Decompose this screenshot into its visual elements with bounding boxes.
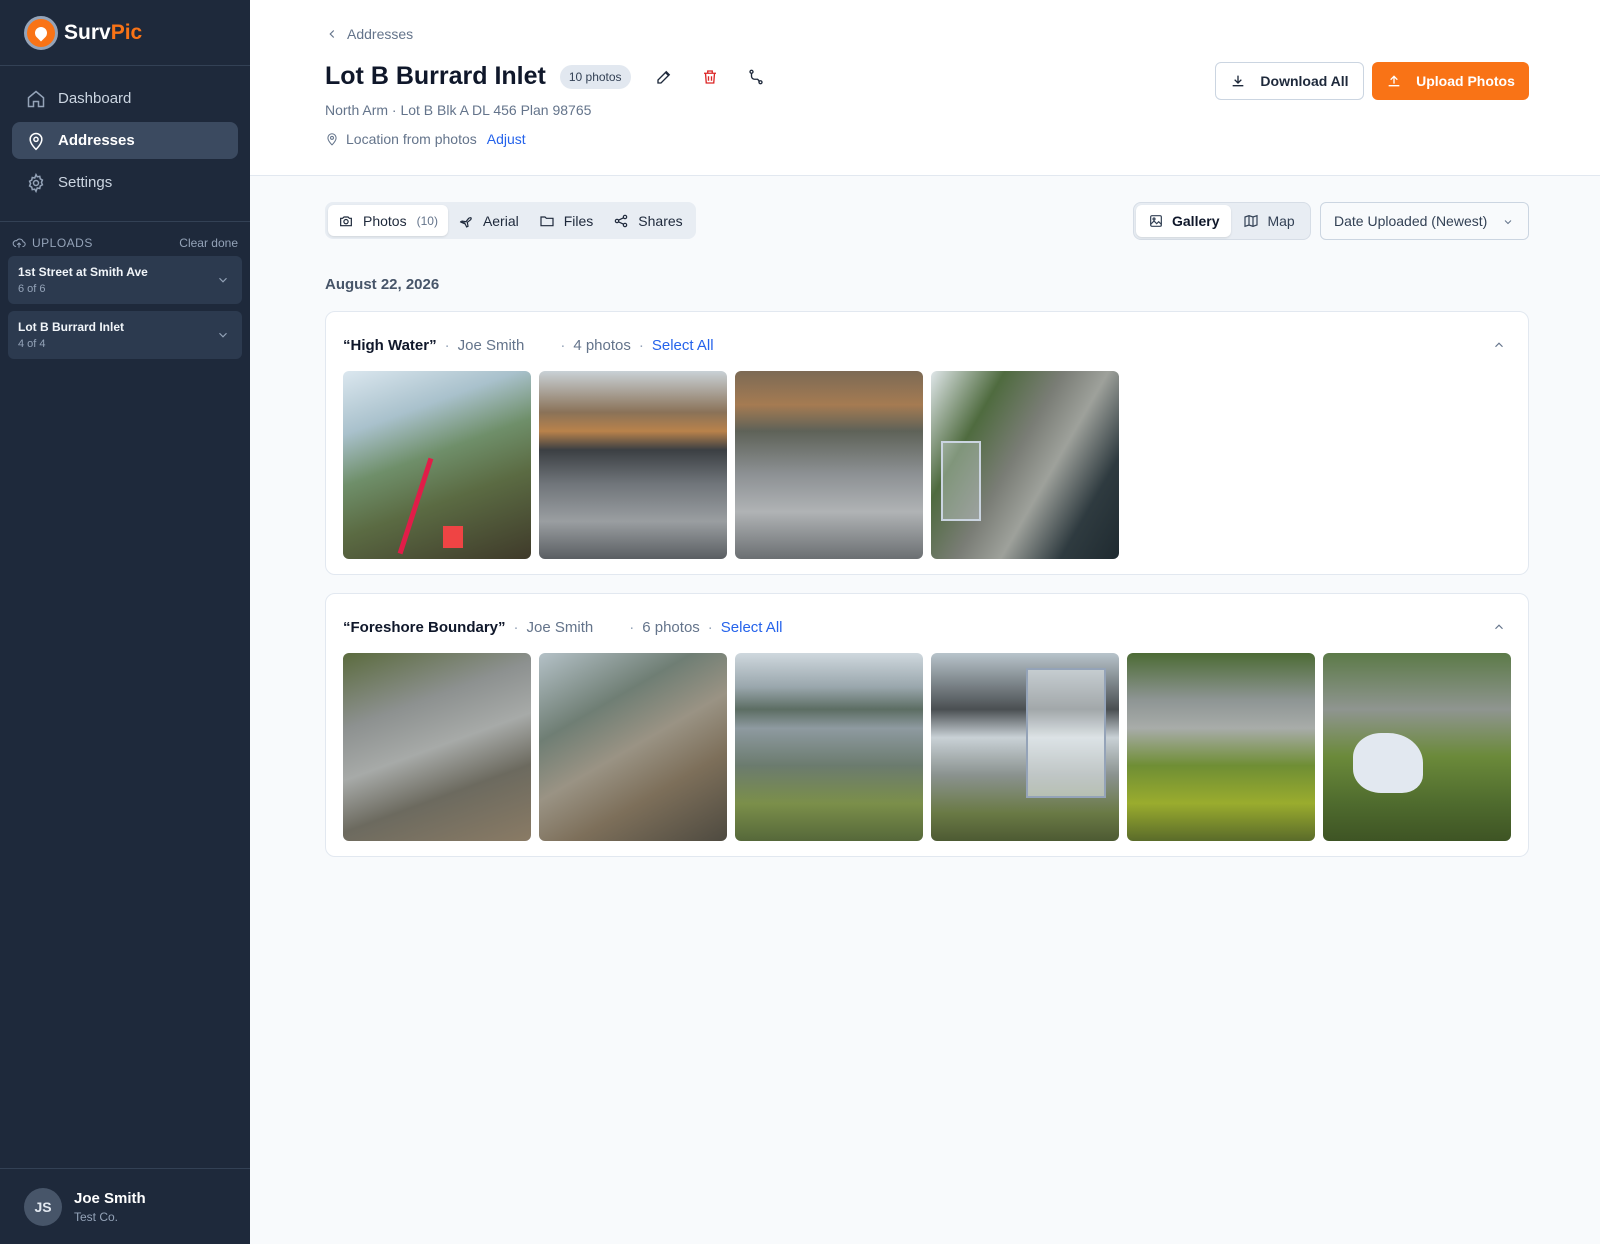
chevron-left-icon — [329, 30, 335, 38]
photo-shore-logs[interactable] — [539, 653, 727, 841]
page-header: Addresses Lot B Burrard Inlet 10 photos … — [250, 0, 1600, 176]
collapse-button[interactable] — [1492, 338, 1506, 352]
trash-icon — [703, 69, 716, 84]
photo-forest-shore[interactable] — [343, 371, 531, 559]
select-all-link[interactable]: Select All — [721, 619, 783, 636]
map-pin-icon — [29, 132, 43, 150]
plane-icon — [459, 216, 472, 228]
group-author: Joe Smith — [526, 619, 594, 636]
download-icon — [1233, 75, 1244, 87]
sidebar-nav: Dashboard Addresses Settings — [0, 66, 250, 222]
camera-icon — [340, 215, 352, 226]
home-icon — [27, 90, 45, 107]
chevron-up-icon — [1495, 624, 1503, 630]
photo-rock-stairs[interactable] — [735, 371, 923, 559]
photo-greenhouse[interactable] — [931, 653, 1119, 841]
avatar: JS — [24, 1187, 62, 1226]
sidebar: SurvPic Dashboard Addresses Settings UPL… — [0, 0, 250, 1244]
date-heading: August 22, 2026 — [325, 276, 440, 293]
uploads-header: UPLOADS Clear done — [0, 222, 250, 256]
edit-button[interactable] — [651, 64, 677, 90]
photo-deck-rocks[interactable] — [539, 371, 727, 559]
route-button[interactable] — [743, 64, 769, 90]
user-name: Joe Smith — [74, 1189, 146, 1207]
group-header: “Foreshore Boundary” · Joe Smith · 6 pho… — [343, 619, 783, 636]
route-icon — [748, 69, 763, 84]
delete-button[interactable] — [697, 64, 723, 90]
photo-lake-view[interactable] — [735, 653, 923, 841]
brand[interactable]: SurvPic — [0, 0, 250, 66]
photo-group-foreshore-boundary: “Foreshore Boundary” · Joe Smith · 6 pho… — [325, 593, 1529, 857]
image-icon — [1150, 215, 1162, 227]
folder-icon — [540, 215, 554, 226]
address-subline: North Arm · Lot B Blk A DL 456 Plan 9876… — [325, 102, 592, 118]
upload-item-name: Lot B Burrard Inlet — [18, 320, 125, 334]
upload-item-name: 1st Street at Smith Ave — [18, 265, 148, 279]
view-toggle: Gallery Map — [1133, 202, 1311, 240]
pencil-icon — [656, 70, 670, 84]
breadcrumb-addresses[interactable]: Addresses — [347, 26, 413, 42]
clear-done-button[interactable]: Clear done — [179, 236, 238, 250]
page-title: Lot B Burrard Inlet — [325, 62, 546, 90]
share-icon — [615, 214, 628, 227]
tab-files[interactable]: Files — [529, 205, 604, 236]
tab-aerial[interactable]: Aerial — [448, 205, 529, 236]
photo-group-high-water: “High Water” · Joe Smith · 4 photos · Se… — [325, 311, 1529, 575]
map-icon — [1244, 214, 1259, 228]
thumbnail-grid — [343, 653, 1519, 841]
map-pin-icon — [327, 133, 337, 146]
group-name: “Foreshore Boundary” — [343, 619, 506, 636]
sidebar-item-label: Dashboard — [58, 90, 132, 107]
tab-shares[interactable]: Shares — [603, 205, 692, 236]
group-name: “High Water” — [343, 337, 437, 354]
photo-rocky-water[interactable] — [931, 371, 1119, 559]
tab-photos[interactable]: Photos (10) — [328, 205, 448, 236]
tab-photos-count: (10) — [416, 213, 438, 228]
group-author: Joe Smith — [457, 337, 525, 354]
sort-selected-value: Date Uploaded (Newest) — [1334, 213, 1488, 229]
gear-icon — [28, 172, 44, 193]
photo-garden-rocks[interactable] — [1127, 653, 1315, 841]
upload-item-count: 6 of 6 — [18, 283, 46, 295]
chevron-down-icon — [1504, 220, 1512, 225]
sidebar-item-label: Addresses — [58, 132, 135, 149]
photo-rock-debris[interactable] — [343, 653, 531, 841]
photo-garden-bags[interactable] — [1323, 653, 1511, 841]
upload-photos-button[interactable]: Upload Photos — [1372, 62, 1529, 100]
upload-item-count: 4 of 4 — [18, 338, 46, 350]
chevron-down-icon[interactable] — [216, 328, 230, 342]
chevron-down-icon[interactable] — [216, 273, 230, 287]
adjust-link[interactable]: Adjust — [487, 131, 526, 147]
upload-icon — [1388, 75, 1400, 87]
breadcrumb[interactable]: Addresses — [325, 26, 413, 42]
location-text: Location from photos — [346, 131, 477, 147]
sidebar-item-label: Settings — [58, 174, 113, 191]
uploads-title: UPLOADS — [32, 236, 93, 250]
group-photo-count: 4 photos — [573, 337, 631, 354]
location-row: Location from photos Adjust — [325, 131, 526, 147]
sidebar-item-settings[interactable]: Settings — [12, 164, 238, 201]
user-company: Test Co. — [74, 1209, 119, 1224]
view-map-button[interactable]: Map — [1231, 205, 1306, 237]
cloud-upload-icon — [12, 238, 26, 248]
thumbnail-grid — [343, 371, 1127, 559]
sidebar-item-addresses[interactable]: Addresses — [12, 122, 238, 159]
user-profile[interactable]: JS Joe Smith Test Co. — [0, 1168, 250, 1244]
view-gallery-button[interactable]: Gallery — [1136, 205, 1232, 237]
collapse-button[interactable] — [1492, 620, 1506, 634]
content-tabs: Photos (10) Aerial Files Shares — [325, 202, 696, 239]
upload-item[interactable]: 1st Street at Smith Ave 6 of 6 — [8, 256, 242, 304]
download-all-button[interactable]: Download All — [1215, 62, 1364, 100]
group-photo-count: 6 photos — [642, 619, 700, 636]
group-header: “High Water” · Joe Smith · 4 photos · Se… — [343, 337, 714, 354]
brand-name: SurvPic — [64, 20, 143, 44]
survpic-logo-icon — [24, 15, 58, 50]
sort-select[interactable]: Date Uploaded (Newest) — [1320, 202, 1529, 240]
sidebar-item-dashboard[interactable]: Dashboard — [12, 80, 238, 117]
photo-count-badge: 10 photos — [559, 64, 631, 89]
upload-item[interactable]: Lot B Burrard Inlet 4 of 4 — [8, 311, 242, 359]
select-all-link[interactable]: Select All — [652, 337, 714, 354]
chevron-up-icon — [1495, 342, 1503, 348]
